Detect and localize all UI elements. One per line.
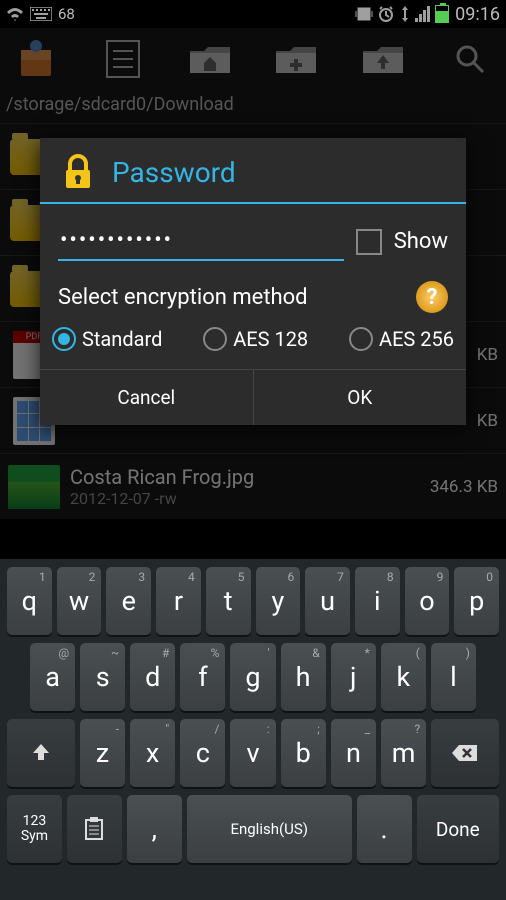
backspace-key[interactable] [431,719,499,787]
key-d[interactable]: d# [130,643,175,711]
key-n[interactable]: n_ [331,719,376,787]
sym-key[interactable]: 123Sym [7,795,62,863]
key-w[interactable]: w2 [57,567,102,635]
key-i[interactable]: i8 [355,567,400,635]
help-icon[interactable]: ? [416,281,448,313]
radio-icon [52,327,76,351]
key-o[interactable]: o9 [405,567,450,635]
key-z[interactable]: z- [80,719,125,787]
wifi-icon [6,6,24,22]
key-e[interactable]: e3 [106,567,151,635]
lock-icon [58,152,98,192]
radio-icon [203,327,227,351]
key-b[interactable]: b; [281,719,326,787]
key-a[interactable]: a@ [30,643,75,711]
key-y[interactable]: y6 [256,567,301,635]
status-bar: 68 09:16 [0,0,506,28]
ok-button[interactable]: OK [254,370,467,425]
clipboard-key[interactable] [67,795,122,863]
show-password-checkbox[interactable] [356,229,382,255]
alarm-icon [377,5,395,23]
key-c[interactable]: c/ [180,719,225,787]
vibrate-icon [355,6,373,22]
key-l[interactable]: l) [431,643,476,711]
keyboard: q1w2e3r4t5y6u7i8o9p0 a@s~d#f%g'h&j*k(l) … [0,559,506,900]
cancel-button[interactable]: Cancel [40,370,254,425]
key-g[interactable]: g' [230,643,275,711]
key-s[interactable]: s~ [80,643,125,711]
key-q[interactable]: q1 [7,567,52,635]
battery-text: 68 [58,5,75,23]
key-h[interactable]: h& [281,643,326,711]
key-f[interactable]: f% [180,643,225,711]
space-key[interactable]: English(US) [187,795,352,863]
key-,[interactable]: , [127,795,182,863]
clock: 09:16 [455,4,500,25]
keyboard-indicator-icon [30,7,52,21]
key-k[interactable]: k( [381,643,426,711]
encryption-options: Standard AES 128 AES 256 [40,319,466,369]
key-v[interactable]: v: [230,719,275,787]
dialog-divider [40,202,466,204]
key-.[interactable]: . [357,795,412,863]
shift-key[interactable] [7,719,75,787]
key-t[interactable]: t5 [206,567,251,635]
key-x[interactable]: x" [130,719,175,787]
key-p[interactable]: p0 [454,567,499,635]
radio-aes256[interactable]: AES 256 [349,327,454,351]
key-r[interactable]: r4 [156,567,201,635]
password-input[interactable] [58,222,344,261]
signal-icon [415,6,431,22]
key-m[interactable]: m? [381,719,426,787]
dialog-title: Password [112,156,236,189]
radio-aes128[interactable]: AES 128 [203,327,308,351]
password-dialog: Password Show Select encryption method ?… [40,138,466,425]
radio-icon [349,327,373,351]
key-u[interactable]: u7 [305,567,350,635]
radio-standard[interactable]: Standard [52,327,162,351]
battery-icon [435,5,449,23]
encryption-label: Select encryption method [58,285,308,310]
show-password-label: Show [394,229,448,254]
sync-icon [399,6,411,22]
done-key[interactable]: Done [417,795,499,863]
key-j[interactable]: j* [331,643,376,711]
